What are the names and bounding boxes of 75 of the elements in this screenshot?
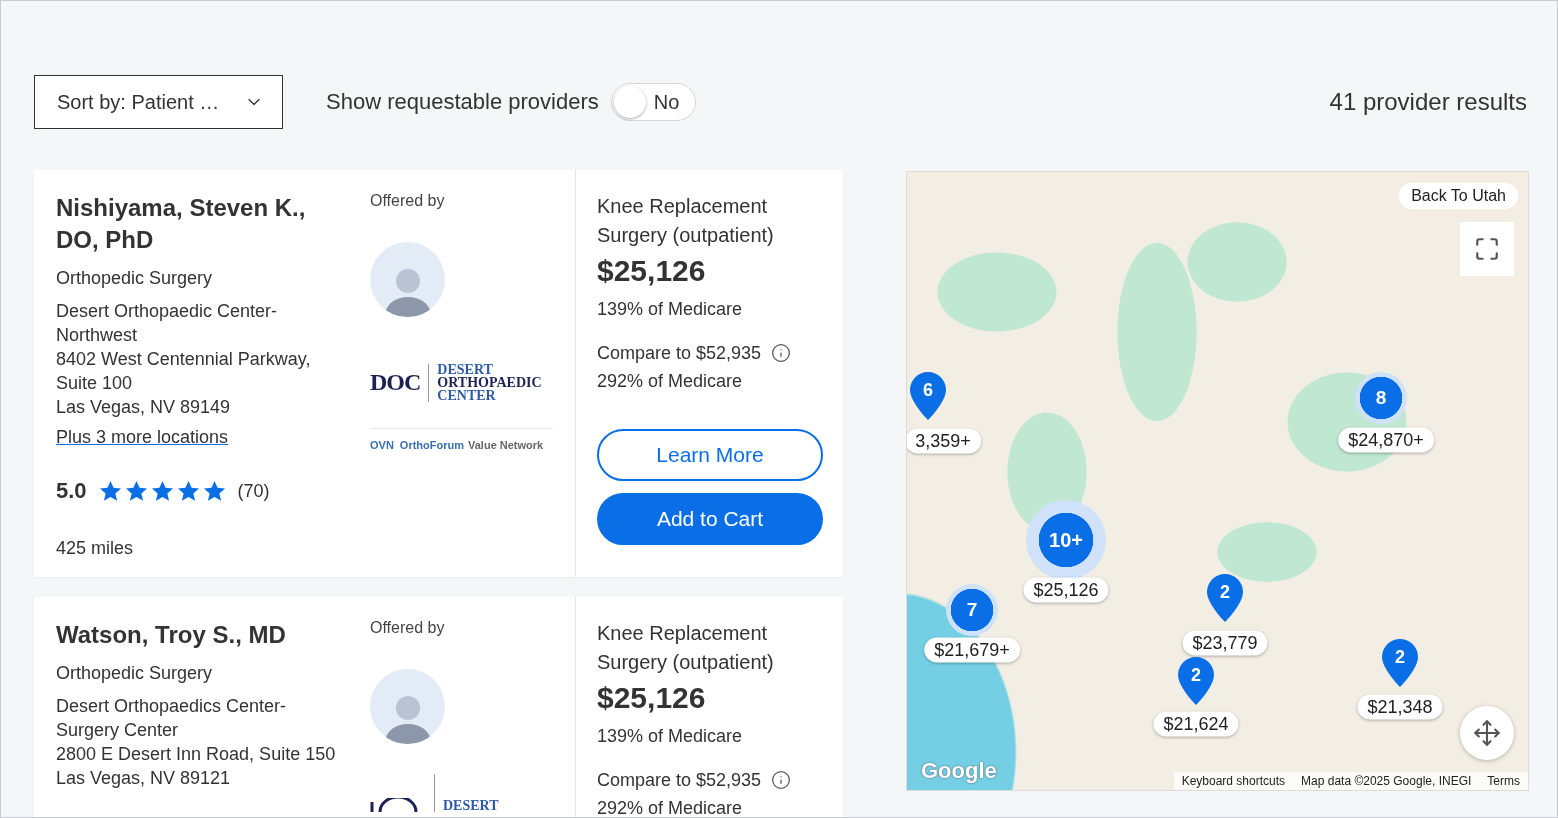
compare-medicare-percent: 292% of Medicare — [597, 370, 744, 393]
medicare-percent: 139% of Medicare — [597, 298, 744, 321]
map-attribution-link[interactable]: Map data ©2025 Google, INEGI — [1293, 772, 1480, 790]
procedure-price: $25,126 — [597, 253, 707, 289]
street-address: 2800 E Desert Inn Road, Suite 150 — [56, 743, 337, 766]
org-logo-text: DESERT — [437, 363, 494, 376]
rating-value: 5.0 — [56, 478, 87, 504]
recenter-button[interactable] — [1460, 706, 1514, 760]
provider-name: Nishiyama, Steven K., DO, PhD — [56, 193, 307, 255]
results-count: 41 provider results — [1329, 88, 1527, 116]
provider-name: Watson, Troy S., MD — [56, 620, 287, 650]
map-price-tag[interactable]: $21,679+ — [924, 637, 1020, 663]
network-logo-mark: OVN — [370, 439, 394, 451]
map-pin[interactable]: 2 — [1177, 656, 1215, 710]
star-icon — [202, 480, 226, 502]
network-logo-brand: OrthoForum — [399, 439, 464, 451]
info-icon[interactable] — [771, 343, 792, 363]
star-icon — [98, 480, 122, 502]
facility-name: Desert Orthopaedic Center-Northwest — [56, 300, 279, 347]
street-address: 8402 West Centennial Parkway, Suite 100 — [56, 348, 312, 395]
network-logo-text: Value Network — [468, 439, 544, 451]
city-address: Las Vegas, NV 89121 — [56, 767, 232, 790]
map-price-tag[interactable]: $21,348 — [1357, 694, 1443, 720]
procedure-name: Knee Replacement Surgery (outpatient) — [597, 621, 775, 675]
more-locations-link[interactable]: Plus 3 more locations — [56, 427, 229, 448]
fullscreen-button[interactable] — [1460, 222, 1514, 276]
map-placeholder[interactable]: Back To Utah 6 3,359+ 8 $24,870+ 10+ $25,126 7 $21,679+ 2 $23,779 2 $21,624 2 $21,348 Google Keyboard shortcuts Map data ©2025 Google, INEGI Terms — [906, 171, 1529, 791]
compare-price: Compare to $52,935 — [597, 769, 762, 792]
star-icon — [124, 480, 148, 502]
org-logo-mark: DOC — [370, 369, 421, 396]
map-cluster[interactable]: 10+ — [1026, 500, 1106, 580]
provider-specialty: Orthopedic Surgery — [56, 267, 214, 290]
org-logo-text: DESERT — [443, 799, 499, 812]
map-pin[interactable]: 2 — [1206, 573, 1244, 627]
add-to-cart-button[interactable]: Add to Cart — [597, 493, 823, 545]
org-logo-text: CENTER — [437, 389, 497, 402]
map-pin-icon — [1381, 638, 1419, 688]
map-pin[interactable]: 6 — [909, 371, 947, 425]
compare-price: Compare to $52,935 — [597, 342, 762, 365]
star-icon — [150, 480, 174, 502]
review-count: (70) — [237, 480, 270, 502]
map-price-tag[interactable]: $21,624 — [1153, 711, 1239, 737]
procedure-price: $25,126 — [597, 680, 707, 716]
fullscreen-icon — [1474, 236, 1500, 262]
map-price-tag[interactable]: $23,779 — [1182, 630, 1268, 656]
city-address: Las Vegas, NV 89149 — [56, 396, 232, 419]
learn-more-button[interactable]: Learn More — [597, 429, 823, 481]
compare-medicare-percent: 292% of Medicare — [597, 797, 744, 817]
map-attribution-link[interactable]: Keyboard shortcuts — [1173, 772, 1294, 790]
provider-specialty: Orthopedic Surgery — [56, 662, 214, 685]
map-pin-icon — [1206, 573, 1244, 623]
recenter-icon — [1473, 719, 1501, 747]
requestable-label: Show requestable providers — [326, 89, 599, 115]
offered-by-label: Offered by — [370, 192, 445, 210]
org-logo-text: ORTHOPAEDIC — [437, 376, 542, 389]
distance-text: 425 miles — [56, 538, 135, 559]
map-provider-logo: Google — [921, 758, 997, 784]
facility-name: Desert Orthopaedics Center-Surgery Center — [56, 695, 288, 742]
requestable-toggle[interactable]: No — [610, 83, 697, 121]
map-pin-icon — [1177, 656, 1215, 706]
map-price-tag[interactable]: 3,359+ — [907, 428, 981, 454]
map-price-tag[interactable]: $24,870+ — [1338, 427, 1434, 453]
back-to-region-button[interactable]: Back To Utah — [1399, 183, 1518, 209]
star-icon — [176, 480, 200, 502]
map-pin[interactable]: 2 — [1381, 638, 1419, 692]
map-pin-icon — [909, 371, 947, 421]
sort-dropdown[interactable]: Sort by: Patient … — [34, 75, 283, 129]
procedure-name: Knee Replacement Surgery (outpatient) — [597, 194, 775, 248]
info-icon[interactable] — [771, 770, 792, 790]
map-price-tag[interactable]: $25,126 — [1023, 577, 1109, 603]
offered-by-label: Offered by — [370, 619, 445, 637]
map-attribution-link[interactable]: Terms — [1479, 772, 1528, 790]
map-cluster[interactable]: 8 — [1355, 372, 1407, 424]
medicare-percent: 139% of Medicare — [597, 725, 744, 748]
map-cluster[interactable]: 7 — [946, 584, 998, 636]
